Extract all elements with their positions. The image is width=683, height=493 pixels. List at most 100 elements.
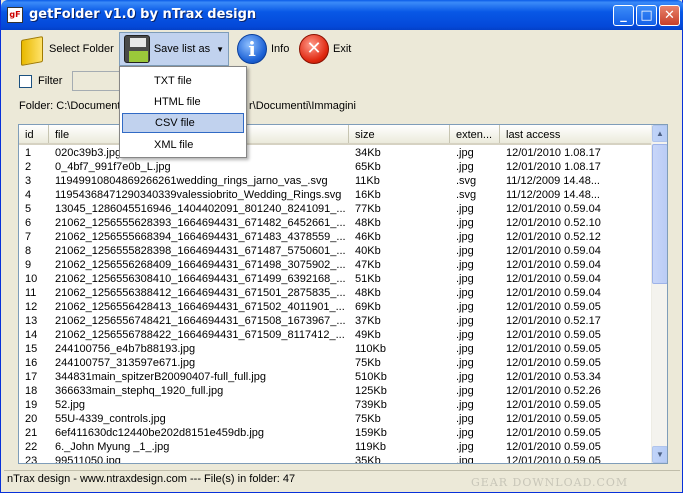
cell-size: 35Kb	[355, 455, 381, 464]
column-header-id[interactable]: id	[19, 125, 49, 143]
cell-extension: .jpg	[456, 245, 474, 257]
scroll-thumb[interactable]	[652, 144, 667, 284]
cell-file: 11949910804869266261wedding_rings_jarno_…	[55, 175, 328, 187]
table-row[interactable]: 23 99511050.jpg 35Kb .jpg 12/01/2010 0.59.05	[19, 454, 651, 464]
close-button[interactable]: ✕	[659, 5, 680, 26]
cell-last-access: 12/01/2010 0.59.05	[506, 427, 601, 439]
table-row[interactable]: 13 21062_1256556748421_1664694431_671508_…	[19, 314, 651, 328]
table-row[interactable]: 8 21062_1256555828398_1664694431_671487_5…	[19, 244, 651, 258]
cell-last-access: 12/01/2010 0.59.05	[506, 413, 601, 425]
cell-last-access: 12/01/2010 0.52.26	[506, 385, 601, 397]
cell-file: 99511050.jpg	[55, 455, 121, 464]
menu-item-txt[interactable]: TXT file	[122, 71, 244, 91]
table-row[interactable]: 6 21062_1256555628393_1664694431_671482_6…	[19, 216, 651, 230]
cell-file: 0_4bf7_991f7e0b_L.jpg	[55, 161, 171, 173]
menu-item-html[interactable]: HTML file	[122, 92, 244, 112]
table-row[interactable]: 1 020c39b3.jpg 34Kb .jpg 12/01/2010 1.08.17	[19, 146, 651, 160]
menu-item-csv[interactable]: CSV file	[122, 113, 244, 133]
cell-file: 52.jpg	[55, 399, 85, 411]
cell-size: 40Kb	[355, 245, 381, 257]
cell-size: 49Kb	[355, 329, 381, 341]
table-row[interactable]: 5 13045_1286045516946_1404402091_801240_8…	[19, 202, 651, 216]
cell-id: 6	[25, 217, 32, 229]
cell-last-access: 12/01/2010 0.59.05	[506, 399, 601, 411]
cell-id: 20	[25, 413, 38, 425]
table-row[interactable]: 12 21062_1256556428413_1664694431_671502_…	[19, 300, 651, 314]
cell-size: 119Kb	[355, 441, 386, 453]
title-bar[interactable]: gF getFolder v1.0 by nTrax design _ □ ✕	[1, 0, 683, 30]
floppy-disk-icon	[124, 35, 150, 63]
cell-size: 75Kb	[355, 357, 381, 369]
cell-size: 739Kb	[355, 399, 387, 411]
cell-file: 11954368471290340339valessiobrito_Weddin…	[55, 189, 342, 201]
table-row[interactable]: 4 11954368471290340339valessiobrito_Weddi…	[19, 188, 651, 202]
scroll-down-button[interactable]: ▼	[652, 446, 667, 463]
table-row[interactable]: 17 344831main_spitzerB20090407-full_full.…	[19, 370, 651, 384]
info-button[interactable]: i Info	[233, 32, 293, 66]
save-list-as-button[interactable]: Save list as ▼	[119, 32, 229, 66]
cell-extension: .svg	[456, 189, 477, 201]
exit-button[interactable]: ✕ Exit	[295, 32, 355, 66]
table-row[interactable]: 21 6ef411630dc12440be202d8151e459db.jpg 15…	[19, 426, 651, 440]
column-header-size[interactable]: size	[349, 125, 450, 143]
cell-id: 22	[25, 441, 38, 453]
vertical-scrollbar[interactable]: ▲ ▼	[651, 125, 667, 463]
cell-size: 65Kb	[355, 161, 381, 173]
cell-extension: .jpg	[456, 427, 474, 439]
cell-id: 15	[25, 343, 38, 355]
cell-extension: .jpg	[456, 287, 474, 299]
table-row[interactable]: 16 244100757_313597e671.jpg 75Kb .jpg 12/01/…	[19, 356, 651, 370]
cell-size: 69Kb	[355, 301, 381, 313]
column-header-last-access[interactable]: last access	[500, 125, 651, 143]
table-row[interactable]: 20 55U-4339_controls.jpg 75Kb .jpg 12/01/201…	[19, 412, 651, 426]
menu-item-xml[interactable]: XML file	[122, 135, 244, 155]
cell-file: 21062_1256555668394_1664694431_671483_43…	[55, 231, 346, 243]
cell-file: 21062_1256556308410_1664694431_671499_63…	[55, 273, 346, 285]
cell-extension: .jpg	[456, 385, 474, 397]
minimize-button[interactable]: _	[613, 5, 634, 26]
table-row[interactable]: 22 6._John Myung _1_.jpg 119Kb .jpg 12/01/20…	[19, 440, 651, 454]
table-row[interactable]: 9 21062_1256556268409_1664694431_671498_3…	[19, 258, 651, 272]
table-row[interactable]: 7 21062_1256555668394_1664694431_671483_4…	[19, 230, 651, 244]
cell-last-access: 11/12/2009 14.48...	[506, 189, 600, 201]
filter-checkbox[interactable]	[19, 74, 32, 88]
cell-id: 16	[25, 357, 38, 369]
cell-id: 13	[25, 315, 38, 327]
cell-id: 2	[25, 161, 32, 173]
watermark: GEAR DOWNLOAD.COM	[471, 476, 629, 489]
table-row[interactable]: 10 21062_1256556308410_1664694431_671499_…	[19, 272, 651, 286]
cell-last-access: 12/01/2010 0.59.05	[506, 357, 601, 369]
table-row[interactable]: 18 366633main_stephq_1920_full.jpg 125Kb .j…	[19, 384, 651, 398]
table-row[interactable]: 14 21062_1256556788422_1664694431_671509_…	[19, 328, 651, 342]
table-row[interactable]: 11 21062_1256556388412_1664694431_671501_…	[19, 286, 651, 300]
scroll-up-button[interactable]: ▲	[652, 125, 667, 142]
filter-input[interactable]	[72, 71, 120, 91]
cell-size: 510Kb	[355, 371, 387, 383]
cell-last-access: 12/01/2010 0.59.04	[506, 259, 601, 271]
maximize-button[interactable]: □	[636, 5, 657, 26]
cell-id: 8	[25, 245, 32, 257]
select-folder-button[interactable]: Select Folder	[15, 32, 118, 66]
cell-size: 125Kb	[355, 385, 387, 397]
info-icon: i	[237, 34, 267, 64]
cell-id: 3	[25, 175, 32, 187]
table-row[interactable]: 3 11949910804869266261wedding_rings_jarno…	[19, 174, 651, 188]
file-list[interactable]: id file size exten... last access 1 020c3…	[18, 124, 668, 464]
app-window: gF getFolder v1.0 by nTrax design _ □ ✕ …	[0, 0, 683, 493]
save-list-as-label: Save list as	[153, 43, 211, 55]
cell-id: 1	[25, 147, 32, 159]
cell-id: 18	[25, 385, 38, 397]
cell-file: 244100757_313597e671.jpg	[55, 357, 196, 369]
cell-last-access: 12/01/2010 0.59.04	[506, 273, 601, 285]
cell-last-access: 12/01/2010 0.59.05	[506, 301, 601, 313]
cell-file: 21062_1256555828398_1664694431_671487_57…	[55, 245, 346, 257]
folder-path-tail: r\Documenti\Immagini	[249, 100, 356, 112]
table-row[interactable]: 15 244100756_e4b7b88193.jpg 110Kb .jpg 12/01…	[19, 342, 651, 356]
column-header-extension[interactable]: exten...	[450, 125, 500, 143]
filter-label: Filter	[38, 75, 63, 87]
table-row[interactable]: 2 0_4bf7_991f7e0b_L.jpg 65Kb .jpg 12/01/2010…	[19, 160, 651, 174]
chevron-down-icon: ▼	[216, 44, 224, 54]
table-row[interactable]: 19 52.jpg 739Kb .jpg 12/01/2010 0.59.05	[19, 398, 651, 412]
cell-last-access: 12/01/2010 0.53.34	[506, 371, 601, 383]
info-label: Info	[271, 43, 290, 55]
